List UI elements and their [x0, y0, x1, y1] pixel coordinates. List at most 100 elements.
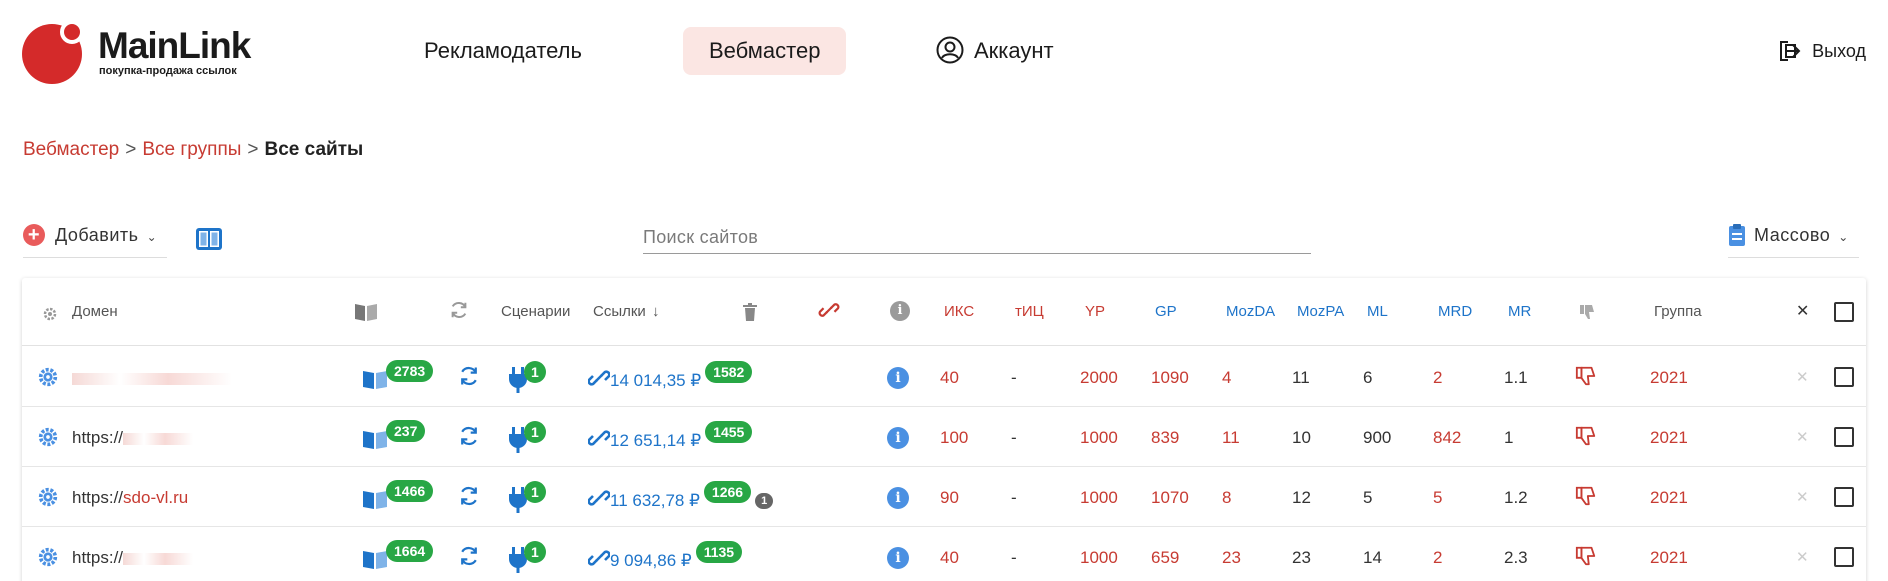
- iks-value: 40: [940, 368, 959, 387]
- nav-advertiser[interactable]: Рекламодатель: [398, 27, 608, 75]
- col-domain[interactable]: Домен: [72, 302, 118, 322]
- refresh-icon[interactable]: [456, 425, 482, 447]
- mr-value: 1.2: [1504, 488, 1528, 507]
- col-ml[interactable]: ML: [1367, 302, 1388, 322]
- col-iks[interactable]: ИКС: [944, 302, 974, 322]
- remove-icon[interactable]: ✕: [1796, 547, 1809, 569]
- remove-icon[interactable]: ✕: [1796, 487, 1809, 509]
- mozpa-value: 23: [1292, 548, 1311, 567]
- dislike-icon[interactable]: [1574, 545, 1598, 567]
- gear-icon[interactable]: [36, 486, 60, 508]
- pages-cell[interactable]: 1664: [362, 540, 434, 569]
- mrd-value: 2: [1433, 548, 1443, 567]
- breadcrumb-webmaster[interactable]: Вебмастер: [23, 139, 119, 160]
- nav-webmaster[interactable]: Вебмастер: [683, 27, 847, 75]
- row-checkbox[interactable]: [1834, 427, 1854, 447]
- col-yp[interactable]: YP: [1085, 302, 1105, 322]
- scenarios-count-badge: 1: [524, 421, 546, 443]
- domain-link[interactable]: [72, 367, 232, 389]
- mass-action-button[interactable]: Массово ⌄: [1728, 220, 1859, 258]
- link-icon: [587, 490, 611, 506]
- pages-book-icon: [355, 304, 377, 321]
- header: MainLink покупка-продажа ссылок Рекламод…: [0, 0, 1888, 100]
- dislike-icon[interactable]: [1574, 485, 1598, 507]
- links-cell[interactable]: 12 651,14 ₽1455: [587, 421, 753, 450]
- pages-cell[interactable]: 1466: [362, 480, 434, 509]
- col-mr[interactable]: MR: [1508, 302, 1531, 322]
- search-input[interactable]: [643, 222, 1311, 254]
- info-icon[interactable]: i: [887, 366, 909, 389]
- grid-view-icon[interactable]: [196, 228, 222, 250]
- group-value[interactable]: 2021: [1650, 367, 1688, 389]
- ml-value: 6: [1363, 368, 1373, 387]
- links-cell[interactable]: 9 094,86 ₽1135: [587, 541, 743, 570]
- ml-value: 900: [1363, 428, 1392, 447]
- col-mozda[interactable]: MozDA: [1226, 302, 1275, 322]
- gear-icon[interactable]: [36, 366, 60, 388]
- group-value[interactable]: 2021: [1650, 547, 1688, 569]
- scenarios-count-badge: 1: [524, 481, 546, 503]
- domain-link[interactable]: https://: [72, 427, 194, 449]
- row-checkbox[interactable]: [1834, 487, 1854, 507]
- breadcrumb: Вебмастер > Все группы > Все сайты: [23, 139, 363, 161]
- sort-down-icon[interactable]: ↓: [652, 302, 660, 322]
- nav-account[interactable]: Аккаунт: [936, 27, 1080, 75]
- scenarios-cell[interactable]: 1: [508, 541, 546, 573]
- dislike-icon[interactable]: [1574, 425, 1598, 447]
- col-group[interactable]: Группа: [1654, 302, 1702, 322]
- domain-name: sdo-vl.ru: [123, 488, 189, 507]
- pages-cell[interactable]: 237: [362, 420, 426, 449]
- gear-icon[interactable]: [36, 546, 60, 568]
- book-icon: [363, 431, 387, 449]
- add-label: Добавить: [55, 225, 139, 245]
- remove-icon[interactable]: ✕: [1796, 427, 1809, 449]
- close-header-icon[interactable]: ✕: [1796, 302, 1809, 322]
- col-links[interactable]: Ссылки: [593, 302, 646, 322]
- row-checkbox[interactable]: [1834, 547, 1854, 567]
- scenarios-cell[interactable]: 1: [508, 481, 546, 513]
- iks-value: 40: [940, 548, 959, 567]
- domain-link[interactable]: https://sdo-vl.ru: [72, 487, 188, 509]
- clipboard-icon: [1729, 223, 1745, 246]
- remove-icon[interactable]: ✕: [1796, 367, 1809, 389]
- tic-value: -: [1011, 548, 1017, 567]
- logout-button[interactable]: Выход: [1778, 36, 1866, 66]
- mrd-value: 5: [1433, 488, 1443, 507]
- gear-icon[interactable]: [36, 426, 60, 448]
- book-icon: [363, 551, 387, 569]
- links-count-badge: 1266: [703, 481, 752, 503]
- info-icon[interactable]: i: [887, 546, 909, 569]
- col-gp[interactable]: GP: [1155, 302, 1177, 322]
- group-value[interactable]: 2021: [1650, 487, 1688, 509]
- col-tic[interactable]: тИЦ: [1015, 302, 1044, 322]
- refresh-icon[interactable]: [456, 365, 482, 387]
- select-all-checkbox[interactable]: [1834, 302, 1854, 322]
- info-header-icon: i: [890, 300, 910, 321]
- settings-gear-icon[interactable]: [42, 304, 58, 324]
- col-mozpa[interactable]: MozPA: [1297, 302, 1344, 322]
- add-button[interactable]: + Добавить ⌄: [23, 220, 168, 258]
- pages-cell[interactable]: 2783: [362, 360, 434, 389]
- dislike-icon[interactable]: [1574, 365, 1598, 387]
- breadcrumb-separator: >: [125, 139, 137, 160]
- info-icon[interactable]: i: [887, 426, 909, 449]
- info-icon[interactable]: i: [887, 486, 909, 509]
- breadcrumb-current: Все сайты: [264, 139, 364, 160]
- col-scenarios[interactable]: Сценарии: [501, 302, 570, 322]
- book-icon: [363, 371, 387, 389]
- refresh-icon[interactable]: [456, 485, 482, 507]
- col-mrd[interactable]: MRD: [1438, 302, 1472, 322]
- scenarios-cell[interactable]: 1: [508, 361, 546, 393]
- group-value[interactable]: 2021: [1650, 427, 1688, 449]
- refresh-icon[interactable]: [456, 545, 482, 567]
- links-sum: 9 094,86 ₽: [610, 551, 692, 570]
- mainlink-logo[interactable]: MainLink покупка-продажа ссылок: [22, 20, 262, 84]
- link-icon: [587, 430, 611, 446]
- domain-link[interactable]: https://: [72, 547, 194, 569]
- links-cell[interactable]: 11 632,78 ₽12661: [587, 481, 774, 510]
- mr-value: 1: [1504, 428, 1514, 447]
- row-checkbox[interactable]: [1834, 367, 1854, 387]
- scenarios-cell[interactable]: 1: [508, 421, 546, 453]
- breadcrumb-all-groups[interactable]: Все группы: [142, 139, 241, 160]
- links-cell[interactable]: 14 014,35 ₽1582: [587, 361, 753, 390]
